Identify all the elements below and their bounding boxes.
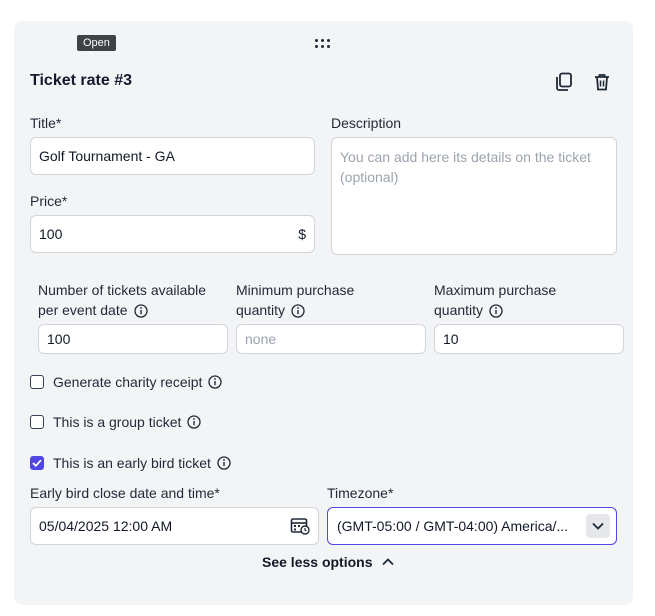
min-purchase-placeholder: none: [245, 331, 277, 347]
timezone-select[interactable]: (GMT-05:00 / GMT-04:00) America/...: [327, 507, 617, 545]
tickets-available-label: Number of tickets available per event da…: [38, 282, 207, 318]
max-purchase-input[interactable]: 10: [434, 324, 624, 354]
ticket-rate-title: Ticket rate #3: [30, 72, 132, 89]
timezone-value: (GMT-05:00 / GMT-04:00) America/...: [337, 518, 569, 534]
title-label: Title*: [30, 115, 62, 131]
chevron-down-icon[interactable]: [586, 514, 610, 538]
charity-receipt-option[interactable]: Generate charity receipt: [30, 374, 223, 390]
early-bird-option[interactable]: This is an early bird ticket: [30, 455, 231, 471]
price-label: Price*: [30, 193, 68, 209]
info-icon[interactable]: [291, 304, 305, 318]
min-purchase-input[interactable]: none: [236, 324, 426, 354]
drag-handle-icon[interactable]: [315, 39, 331, 49]
max-purchase-value: 10: [443, 331, 459, 347]
min-purchase-label: Minimum purchase quantity: [236, 282, 355, 318]
early-bird-close-label: Early bird close date and time*: [30, 485, 220, 501]
max-purchase-label: Maximum purchase quantity: [434, 282, 557, 318]
description-textarea[interactable]: You can add here its details on the tick…: [331, 137, 617, 255]
info-icon[interactable]: [187, 415, 202, 429]
tooltip: Open: [77, 35, 116, 51]
group-ticket-checkbox[interactable]: [30, 415, 44, 429]
info-icon[interactable]: [208, 375, 223, 389]
title-input-value: Golf Tournament - GA: [39, 148, 175, 164]
info-icon[interactable]: [489, 304, 503, 318]
price-input-value: 100: [39, 226, 63, 242]
checkmark-icon: [32, 459, 42, 467]
early-bird-close-value: 05/04/2025 12:00 AM: [39, 518, 173, 534]
chevron-up-icon: [382, 558, 395, 566]
timezone-label: Timezone*: [327, 485, 394, 501]
see-less-options-button[interactable]: See less options: [262, 554, 395, 570]
early-bird-label: This is an early bird ticket: [53, 455, 211, 471]
price-input[interactable]: 100 $: [30, 215, 315, 253]
calendar-icon[interactable]: [290, 517, 310, 535]
group-ticket-label: This is a group ticket: [53, 414, 182, 430]
early-bird-close-input[interactable]: 05/04/2025 12:00 AM: [30, 507, 319, 545]
info-icon[interactable]: [217, 456, 231, 470]
description-label: Description: [331, 115, 402, 131]
tickets-available-value: 100: [47, 331, 71, 347]
description-placeholder: You can add here its details on the tick…: [340, 149, 591, 185]
see-less-label: See less options: [262, 554, 373, 570]
copy-icon[interactable]: [553, 71, 575, 93]
trash-icon[interactable]: [591, 71, 613, 93]
title-input[interactable]: Golf Tournament - GA: [30, 137, 315, 175]
early-bird-checkbox[interactable]: [30, 456, 44, 470]
group-ticket-option[interactable]: This is a group ticket: [30, 414, 202, 430]
tickets-available-input[interactable]: 100: [38, 324, 228, 354]
charity-receipt-checkbox[interactable]: [30, 375, 44, 389]
info-icon[interactable]: [133, 304, 148, 318]
charity-receipt-label: Generate charity receipt: [53, 374, 203, 390]
currency-symbol: $: [298, 226, 306, 242]
